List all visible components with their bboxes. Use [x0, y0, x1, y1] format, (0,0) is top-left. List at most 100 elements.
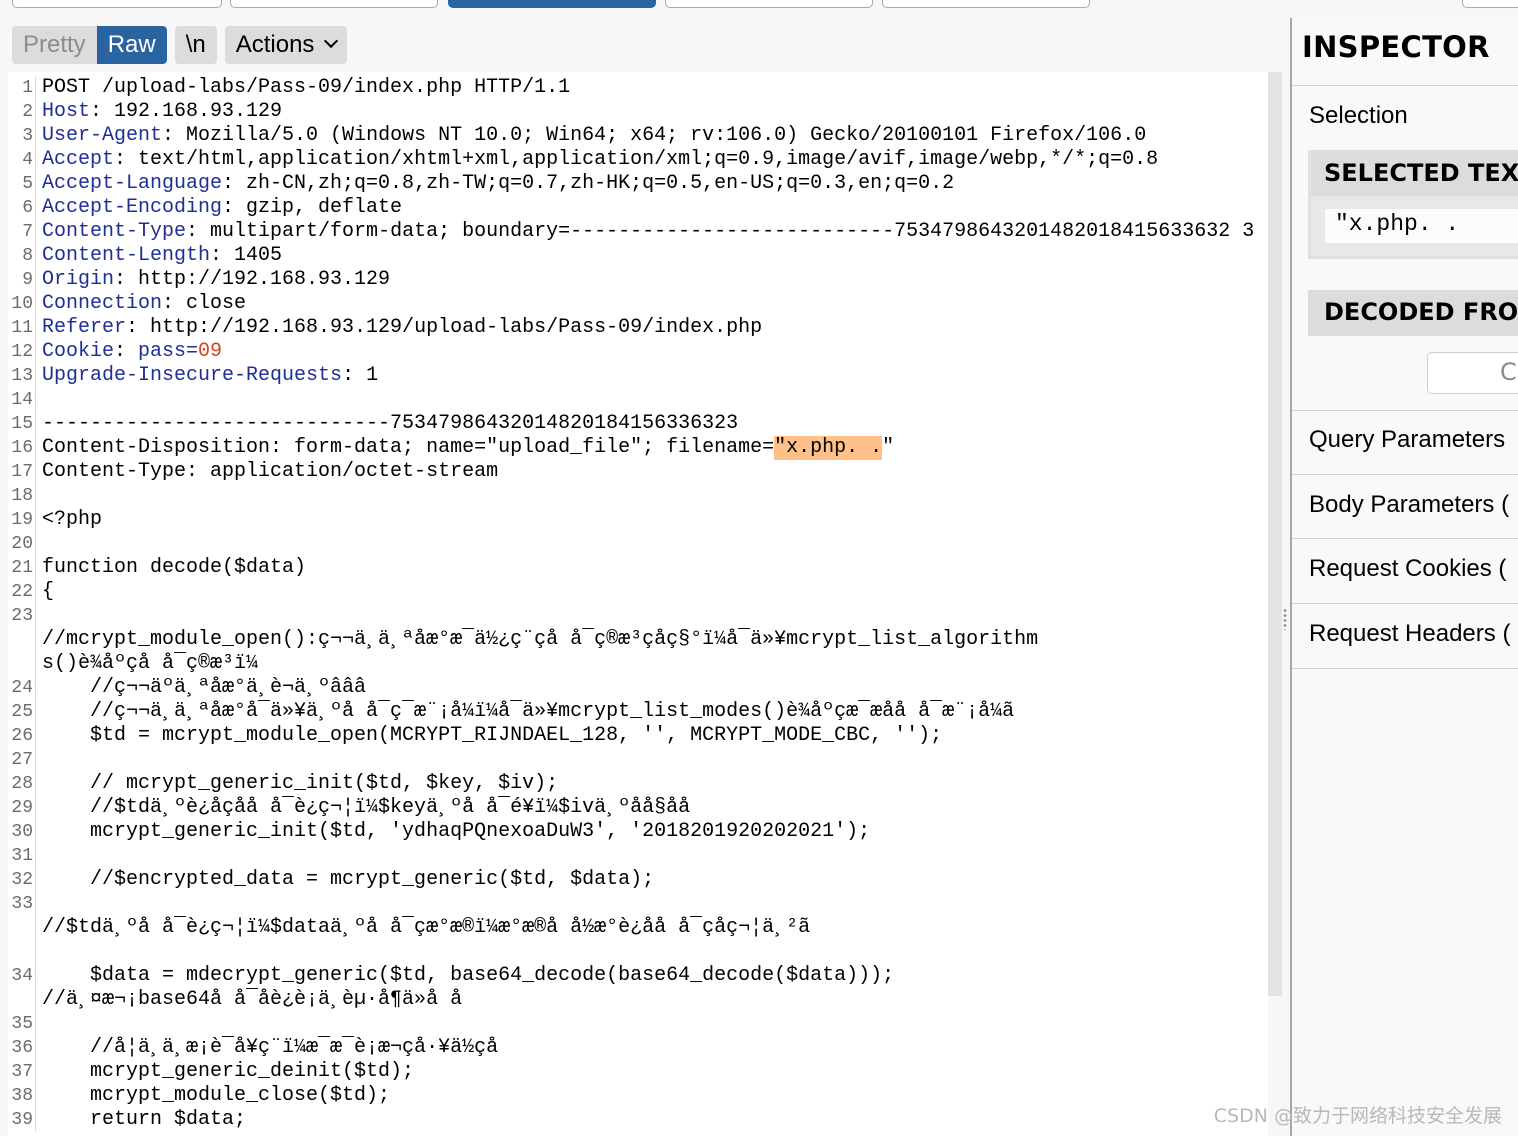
code-text: -----------------------------75347986432…	[42, 412, 739, 435]
code-line: 1 POST /upload-labs/Pass-09/index.php HTT…	[8, 76, 1268, 100]
code-text: mcrypt_generic_init($td, 'ydhaqPQnexoaDu…	[42, 820, 871, 843]
code-line: //mcrypt_module_open():ç¬¬ä¸ä¸ªåæ°æ¯ä½¿ç…	[8, 628, 1268, 652]
code-line: 9 Origin: http://192.168.93.129	[8, 268, 1268, 292]
code-text: mcrypt_generic_deinit($td);	[42, 1060, 415, 1083]
line-number	[8, 940, 36, 964]
code-text: s()è¾åºçå å¯ç®æ³ï¼	[42, 652, 259, 675]
line-number: 16	[8, 436, 36, 460]
raw-button[interactable]: Raw	[96, 26, 167, 64]
line-number: 1	[8, 76, 36, 100]
query-parameters-section[interactable]: Query Parameters	[1309, 426, 1505, 454]
code-line: 30 mcrypt_generic_init($td, 'ydhaqPQnexo…	[8, 820, 1268, 844]
code-line: 29 //$tdä¸ºè¿åçåå å¯è¿ç¬¦ï¼$keyä¸ºå å¯é¥…	[8, 796, 1268, 820]
code-text: $data = mdecrypt_generic($td, base64_dec…	[42, 964, 895, 987]
code-line: 10 Connection: close	[8, 292, 1268, 316]
line-number: 25	[8, 700, 36, 724]
code-text: : close	[162, 292, 247, 315]
line-number: 24	[8, 676, 36, 700]
code-line: 13 Upgrade-Insecure-Requests: 1	[8, 364, 1268, 388]
code-line: //ä¸¤æ¬¡base64å å¯åè¿è¡ä¸èµ·å¶ä»å å	[8, 988, 1268, 1012]
line-number: 10	[8, 292, 36, 316]
code-line: 2 Host: 192.168.93.129	[8, 100, 1268, 124]
divider	[1292, 538, 1518, 539]
header-name: Referer	[42, 316, 127, 339]
selected-text-value[interactable]: "x.php. .	[1325, 209, 1518, 243]
code-text: : 1405	[210, 244, 283, 267]
request-cookies-section[interactable]: Request Cookies (	[1309, 555, 1506, 583]
line-number: 17	[8, 460, 36, 484]
line-number: 8	[8, 244, 36, 268]
actions-dropdown[interactable]: Actions	[224, 26, 348, 64]
code-text: : gzip, deflate	[222, 196, 403, 219]
code-line: 6 Accept-Encoding: gzip, deflate	[8, 196, 1268, 220]
code-line: 23	[8, 604, 1268, 628]
inspector-title: INSPECTOR	[1302, 30, 1490, 64]
request-headers-section[interactable]: Request Headers (	[1309, 620, 1510, 648]
request-tab[interactable]	[882, 0, 1090, 8]
selected-text-section: SELECTED TEXT "x.php. .	[1308, 150, 1518, 259]
request-editor[interactable]: 1 POST /upload-labs/Pass-09/index.php HTT…	[8, 72, 1268, 1136]
code-text: : Mozilla/5.0 (Windows NT 10.0; Win64; x…	[162, 124, 1147, 147]
selection-label: Selection	[1309, 102, 1408, 129]
code-text: Content-Type: application/octet-stream	[42, 460, 499, 483]
line-number: 33	[8, 892, 36, 916]
chevron-down-icon	[324, 33, 339, 49]
line-number: 20	[8, 532, 36, 556]
line-number: 5	[8, 172, 36, 196]
code-text: 09	[198, 340, 223, 363]
decode-button[interactable]: C	[1427, 352, 1518, 394]
editor-scrollbar[interactable]	[1268, 72, 1282, 996]
code-line: 17 Content-Type: application/octet-stream	[8, 460, 1268, 484]
code-text: {	[42, 580, 55, 603]
pretty-button[interactable]: Pretty	[12, 26, 97, 64]
code-text: // mcrypt_generic_init($td, $key, $iv);	[42, 772, 559, 795]
line-number	[8, 916, 36, 940]
divider	[1292, 668, 1518, 669]
line-number: 19	[8, 508, 36, 532]
line-number	[8, 628, 36, 652]
code-line: 37 mcrypt_generic_deinit($td);	[8, 1060, 1268, 1084]
code-text: POST /upload-labs/Pass-09/index.php HTTP…	[42, 76, 571, 99]
header-name: Connection	[42, 292, 163, 315]
code-line: //$tdä¸ºå å¯è¿ç¬¦ï¼$dataä¸ºå å¯çæ°æ®ï¼æ°…	[8, 916, 1268, 940]
line-number: 28	[8, 772, 36, 796]
code-text: Content-Disposition: form-data; name="up…	[42, 436, 775, 459]
line-number: 3	[8, 124, 36, 148]
decoded-from-header: DECODED FROM	[1308, 290, 1518, 336]
line-number: 6	[8, 196, 36, 220]
line-number: 30	[8, 820, 36, 844]
code-text: : zh-CN,zh;q=0.8,zh-TW;q=0.7,zh-HK;q=0.5…	[222, 172, 955, 195]
request-tab[interactable]	[12, 0, 222, 8]
request-tab[interactable]	[1462, 0, 1518, 8]
divider	[1292, 410, 1518, 411]
code-line: 15 -----------------------------753479864…	[8, 412, 1268, 436]
code-text: "	[882, 436, 895, 459]
request-tab[interactable]	[230, 0, 438, 8]
request-tab[interactable]	[665, 0, 873, 8]
newline-toggle-button[interactable]: \n	[174, 26, 217, 64]
code-text: //ç¬¬ä¸ä¸ªåæ°å¯ä»¥ä¸ºå å¯ç¯æ¨¡å¼ï¼å¯ä»¥m…	[42, 700, 1015, 723]
header-name: User-Agent	[42, 124, 163, 147]
divider	[1292, 474, 1518, 475]
code-text: : multipart/form-data; boundary=--------…	[186, 220, 1255, 243]
code-line: 11 Referer: http://192.168.93.129/upload-…	[8, 316, 1268, 340]
body-parameters-section[interactable]: Body Parameters (	[1309, 491, 1509, 519]
splitter-grip-icon[interactable]	[1283, 608, 1287, 630]
code-line: s()è¾åºçå å¯ç®æ³ï¼	[8, 652, 1268, 676]
code-line: 16 Content-Disposition: form-data; name="…	[8, 436, 1268, 460]
line-number: 22	[8, 580, 36, 604]
code-line: 22 {	[8, 580, 1268, 604]
line-number: 15	[8, 412, 36, 436]
request-tab-active[interactable]	[448, 0, 656, 8]
code-line: 39 return $data;	[8, 1108, 1268, 1132]
line-number: 26	[8, 724, 36, 748]
code-text: return $data;	[42, 1108, 247, 1131]
code-line: 12 Cookie: pass= 09	[8, 340, 1268, 364]
code-text: : http://192.168.93.129/upload-labs/Pass…	[126, 316, 763, 339]
line-number: 29	[8, 796, 36, 820]
code-text: : 1	[342, 364, 379, 387]
divider	[1292, 85, 1518, 86]
selected-text-header: SELECTED TEXT	[1311, 153, 1518, 196]
line-number	[8, 988, 36, 1012]
line-number: 38	[8, 1084, 36, 1108]
